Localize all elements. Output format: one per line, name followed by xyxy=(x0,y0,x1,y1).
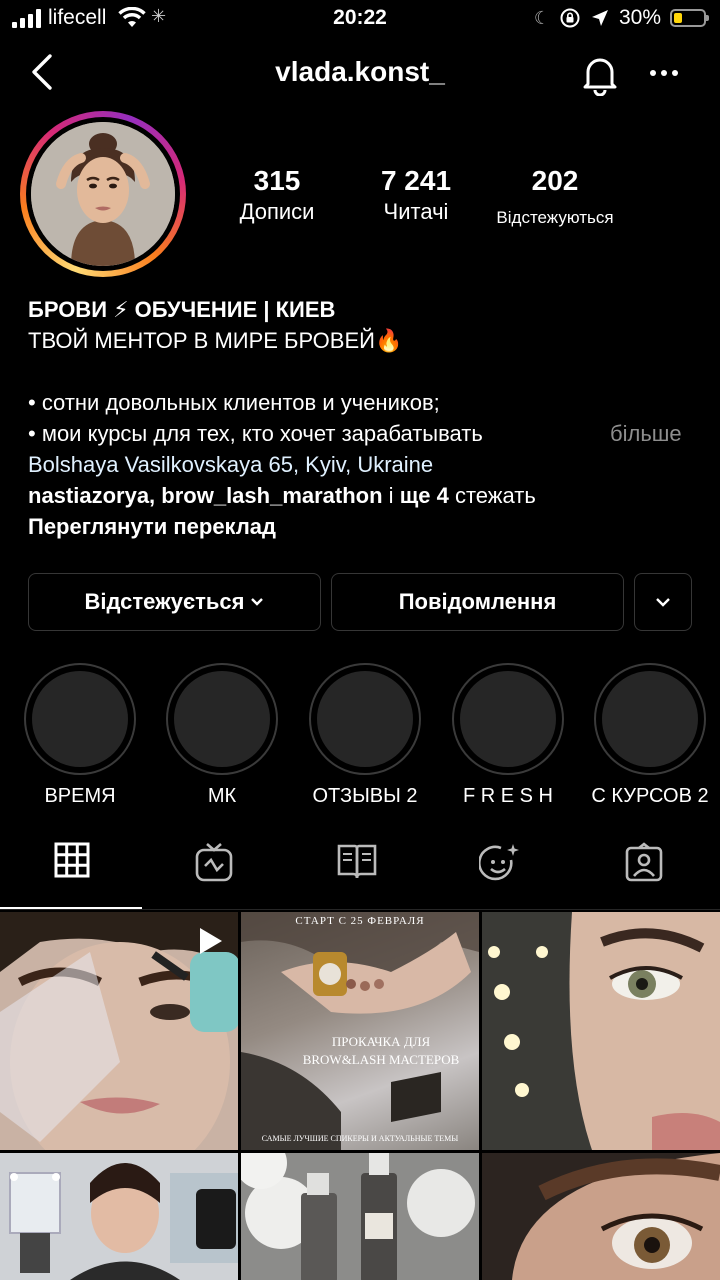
highlight[interactable]: ВРЕМЯ xyxy=(10,663,150,808)
more-icon[interactable] xyxy=(646,58,682,88)
story-ring[interactable] xyxy=(20,111,186,277)
grid-icon xyxy=(54,842,90,878)
tab-igtv[interactable] xyxy=(142,842,286,908)
chevron-down-icon xyxy=(656,598,670,607)
status-bar: lifecell ✳ 20:22 ☾ 30% xyxy=(0,0,720,40)
followed-by-suffix: стежать xyxy=(448,483,536,508)
bio-title: БРОВИ ⚡ ОБУЧЕНИЕ | КИЕВ xyxy=(28,297,336,322)
bio-bullet: • мои курсы для тех, кто хочет зарабатыв… xyxy=(28,421,483,446)
stat-posts: 315 Дописи xyxy=(222,164,332,226)
tab-grid[interactable] xyxy=(0,842,144,908)
avatar[interactable] xyxy=(31,122,175,266)
battery-percent: 30% xyxy=(618,6,661,29)
rotation-lock-icon xyxy=(560,8,580,28)
stat-value: 202 xyxy=(531,165,579,196)
stat-following[interactable]: 202 Відстежуються xyxy=(488,164,622,232)
highlight-label: F R E S H xyxy=(462,785,553,807)
highlight[interactable]: F R E S H xyxy=(438,663,578,808)
highlight-cover xyxy=(594,663,706,775)
highlight-cover xyxy=(166,663,278,775)
followed-by[interactable]: nastiazorya, brow_lash_marathon і ще 4 с… xyxy=(28,480,698,511)
highlight-cover xyxy=(24,663,136,775)
video-icon xyxy=(200,928,222,954)
followed-by-count: ще 4 xyxy=(399,483,449,508)
stat-followers[interactable]: 7 241 Читачі xyxy=(360,164,472,226)
suggested-users-button[interactable] xyxy=(634,573,692,631)
tab-tagged[interactable] xyxy=(572,842,716,908)
highlight[interactable]: ОТЗЫВЫ 2 xyxy=(295,663,435,808)
stat-label: Відстежуються xyxy=(496,208,614,227)
highlight[interactable]: С КУРСОВ 2 xyxy=(580,663,720,808)
bio-bullet: • сотни довольных клиентов и учеников; xyxy=(28,390,440,415)
message-button[interactable]: Повідомлення xyxy=(331,573,624,631)
guide-icon xyxy=(337,844,377,879)
stat-label: Дописи xyxy=(239,199,315,224)
post-caption: САМЫЕ ЛУЧШИЕ СПИКЕРЫ И АКТУАЛЬНЫЕ ТЕМЫ xyxy=(261,1134,459,1143)
post-caption: BROW&LASH МАСТЕРОВ xyxy=(302,1052,460,1067)
translate-link[interactable]: Переглянути переклад xyxy=(28,511,698,542)
bio-spacer xyxy=(28,356,698,387)
post-thumbnail[interactable] xyxy=(0,912,238,1150)
bio-subtitle: ТВОЙ МЕНТОР В МИРЕ БРОВЕЙ🔥 xyxy=(28,328,403,353)
tagged-icon xyxy=(625,842,663,882)
battery-icon xyxy=(670,9,709,27)
stat-label: Читачі xyxy=(383,199,449,224)
location-arrow-icon xyxy=(591,10,608,26)
post-thumbnail[interactable]: СТАРТ С 25 ФЕВРАЛЯ ПРОКАЧКА ДЛЯ BROW&LAS… xyxy=(241,912,479,1150)
following-button[interactable]: Відстежується xyxy=(28,573,321,631)
post-thumbnail[interactable] xyxy=(0,1153,238,1280)
chevron-down-icon xyxy=(251,598,264,606)
moon-icon: ☾ xyxy=(533,7,550,28)
followed-by-names: nastiazorya, brow_lash_marathon xyxy=(28,483,383,508)
location-link[interactable]: Bolshaya Vasilkovskaya 65, Kyiv, Ukraine xyxy=(28,449,698,480)
highlight-cover xyxy=(452,663,564,775)
stat-value: 315 xyxy=(253,165,301,196)
post-thumbnail[interactable] xyxy=(482,912,720,1150)
following-button-label: Відстежується xyxy=(84,589,245,614)
tab-guides[interactable] xyxy=(285,842,429,908)
bio: БРОВИ ⚡ ОБУЧЕНИЕ | КИЕВ ТВОЙ МЕНТОР В МИ… xyxy=(28,294,698,542)
post-caption: ПРОКАЧКА ДЛЯ xyxy=(331,1034,431,1049)
stat-value: 7 241 xyxy=(380,165,452,196)
highlight-label: МК xyxy=(207,785,237,807)
highlight-cover xyxy=(309,663,421,775)
followed-by-and: і xyxy=(382,483,400,508)
highlight-label: ОТЗЫВЫ 2 xyxy=(312,785,418,807)
message-button-label: Повідомлення xyxy=(398,589,557,614)
highlight-label: ВРЕМЯ xyxy=(44,785,116,807)
post-thumbnail[interactable] xyxy=(241,1153,479,1280)
igtv-icon xyxy=(195,843,233,882)
divider xyxy=(0,909,720,910)
bio-more-link[interactable]: більше xyxy=(610,418,682,449)
bell-icon[interactable] xyxy=(580,52,620,96)
post-thumbnail[interactable] xyxy=(482,1153,720,1280)
effects-icon xyxy=(479,844,519,881)
tab-effects[interactable] xyxy=(428,842,572,908)
highlight[interactable]: МК xyxy=(152,663,292,808)
highlight-label: С КУРСОВ 2 xyxy=(591,785,709,807)
post-caption: СТАРТ С 25 ФЕВРАЛЯ xyxy=(295,915,425,927)
